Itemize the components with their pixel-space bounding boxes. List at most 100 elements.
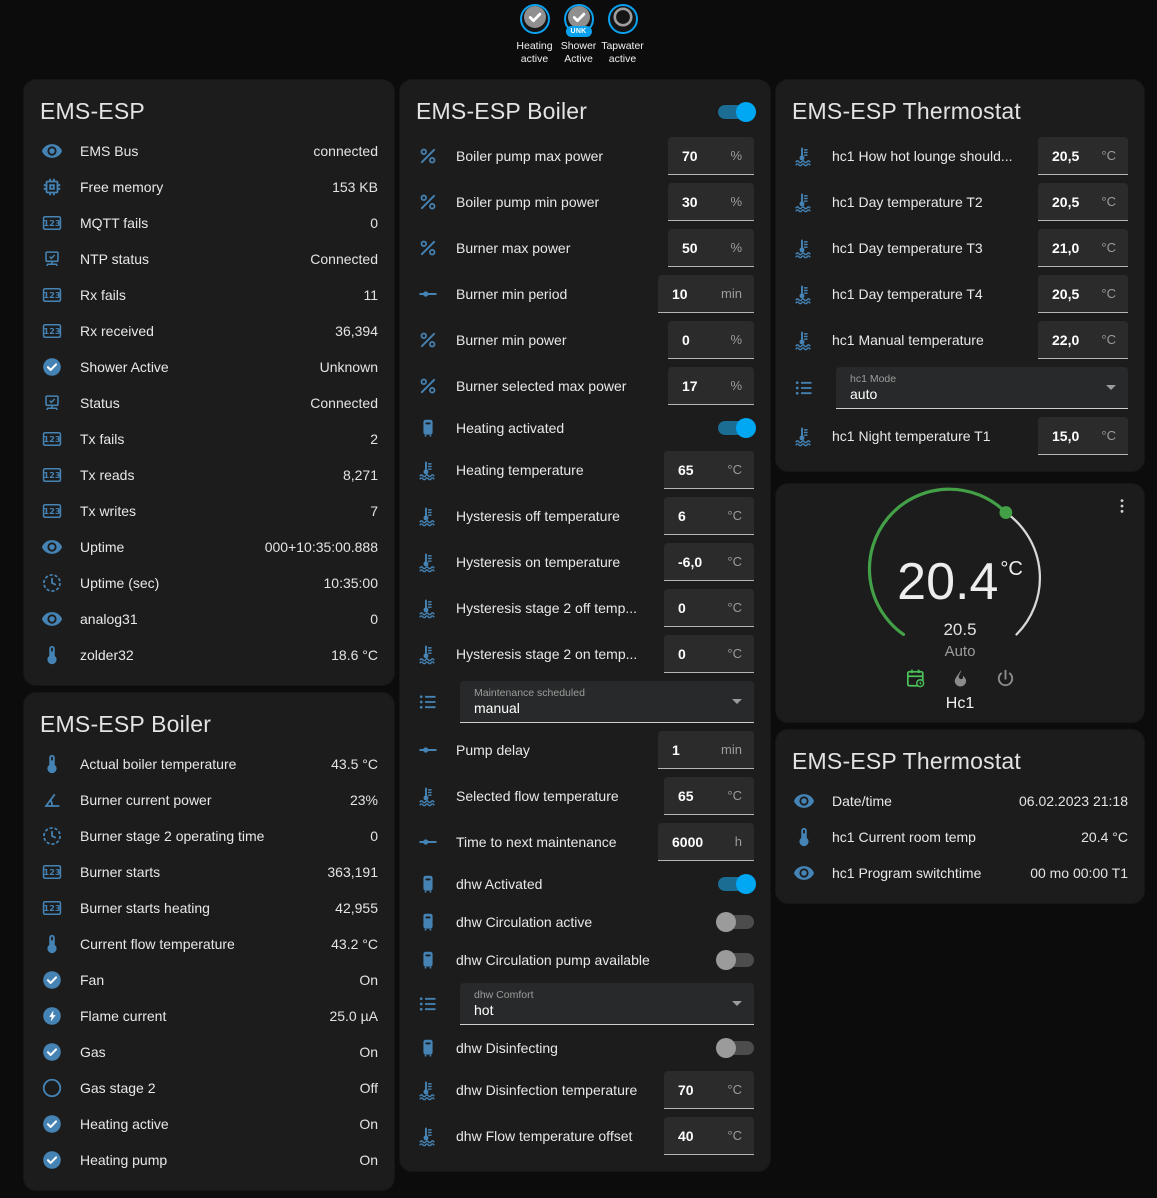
entity-row-flame-current[interactable]: Flame current25.0 µA [40, 998, 378, 1034]
entity-row-burner-current-power[interactable]: Burner current power23% [40, 782, 378, 818]
check-circle-icon [40, 1040, 64, 1064]
entity-row-heating-active[interactable]: Heating activeOn [40, 1106, 378, 1142]
thermo-water-icon [792, 236, 816, 260]
thermostat-name: Hc1 [776, 695, 1144, 713]
entity-row-current-flow-temperature[interactable]: Current flow temperature43.2 °C [40, 926, 378, 962]
badge-tapwater-active[interactable]: Tapwateractive [601, 4, 645, 66]
number-input-time-to-next-maintenance[interactable]: 6000h [658, 823, 754, 861]
number-input-dhw-flow-temperature-offset[interactable]: 40°C [664, 1117, 754, 1155]
toggle-switch[interactable] [718, 105, 754, 119]
entity-row-shower-active[interactable]: Shower ActiveUnknown [40, 349, 378, 385]
toggle-switch[interactable] [718, 953, 754, 967]
entity-row-heating-pump[interactable]: Heating pumpOn [40, 1142, 378, 1178]
entity-row-gas[interactable]: GasOn [40, 1034, 378, 1070]
setpoint-handle[interactable] [999, 506, 1012, 519]
number-input-hysteresis-off-temperature[interactable]: 6°C [664, 497, 754, 535]
mode-heat-button[interactable] [947, 665, 974, 695]
angle-icon [40, 788, 64, 812]
entity-row-mqtt-fails[interactable]: 123MQTT fails0 [40, 205, 378, 241]
entity-name: Fan [80, 972, 351, 988]
number-input-burner-min-period[interactable]: 10min [658, 275, 754, 313]
toggle-switch[interactable] [718, 1041, 754, 1055]
entity-value: Connected [310, 251, 378, 267]
number-value: 6 [678, 508, 721, 524]
entity-name: Selected flow temperature [456, 788, 656, 804]
entity-name: Boiler pump max power [456, 148, 660, 164]
entity-row-fan[interactable]: Fan On [40, 962, 378, 998]
entity-value: 00 mo 00:00 T1 [1030, 865, 1128, 881]
number-input-boiler-pump-min-power[interactable]: 30% [668, 183, 754, 221]
toggle-knob [736, 874, 756, 894]
entity-row-dhw-circulation-active: dhw Circulation active [416, 903, 754, 941]
thermometer-icon [40, 932, 64, 956]
menu-button[interactable] [1108, 492, 1136, 523]
number-input-dhw-disinfection-temperature[interactable]: 70°C [664, 1071, 754, 1109]
number-input-hysteresis-on-temperature[interactable]: -6,0°C [664, 543, 754, 581]
select-hc1-mode[interactable]: hc1 Modeauto [836, 367, 1128, 409]
number-input-hc1-night-temperature-t1[interactable]: 15,0°C [1038, 417, 1128, 455]
number-input-heating-temperature[interactable]: 65°C [664, 451, 754, 489]
entity-row-free-memory[interactable]: Free memory153 KB [40, 169, 378, 205]
number-input-burner-selected-max-power[interactable]: 17% [668, 367, 754, 405]
number-input-burner-min-power[interactable]: 0% [668, 321, 754, 359]
entity-name: hc1 Day temperature T2 [832, 194, 1030, 210]
badge-heating-active[interactable]: Heatingactive [513, 4, 557, 66]
badge-shower-active[interactable]: UNKShowerActive [557, 4, 601, 66]
entity-value: 2 [370, 431, 378, 447]
number-input-pump-delay[interactable]: 1min [658, 731, 754, 769]
thermo-water-icon [416, 784, 440, 808]
entity-row-hc1-mode: hc1 Modeauto [792, 363, 1128, 413]
entity-row-burner-starts-heating[interactable]: 123Burner starts heating42,955 [40, 890, 378, 926]
entity-row-rx-fails[interactable]: 123Rx fails11 [40, 277, 378, 313]
number-input-hysteresis-stage-2-on-temp[interactable]: 0°C [664, 635, 754, 673]
entity-value: 43.2 °C [331, 936, 378, 952]
select-dhw-comfort[interactable]: dhw Comforthot [460, 983, 754, 1025]
percent-icon [416, 144, 440, 168]
entity-row-gas-stage-2[interactable]: Gas stage 2Off [40, 1070, 378, 1106]
number-unit: °C [1101, 194, 1116, 209]
entity-name: Rx fails [80, 287, 355, 303]
entity-row-burner-starts[interactable]: 123Burner starts363,191 [40, 854, 378, 890]
entity-row-zolder32[interactable]: zolder3218.6 °C [40, 637, 378, 673]
entity-row-ntp-status[interactable]: NTP statusConnected [40, 241, 378, 277]
entity-row-tx-reads[interactable]: 123Tx reads8,271 [40, 457, 378, 493]
entity-row-hc1-current-room-temp[interactable]: hc1 Current room temp20.4 °C [792, 819, 1128, 855]
number-input-burner-max-power[interactable]: 50% [668, 229, 754, 267]
entity-name: Boiler pump min power [456, 194, 660, 210]
entity-row-hysteresis-on-temperature: Hysteresis on temperature-6,0°C [416, 539, 754, 585]
entity-row-actual-boiler-temperature[interactable]: Actual boiler temperature43.5 °C [40, 746, 378, 782]
entity-row-hc1-program-switchtime[interactable]: hc1 Program switchtime00 mo 00:00 T1 [792, 855, 1128, 891]
entity-row-tx-fails[interactable]: 123Tx fails2 [40, 421, 378, 457]
entity-row-uptime-sec[interactable]: Uptime (sec)10:35:00 [40, 565, 378, 601]
entity-row-analog31[interactable]: analog310 [40, 601, 378, 637]
number-input-hc1-how-hot-lounge-should[interactable]: 20,5°C [1038, 137, 1128, 175]
number-input-hc1-day-temperature-t4[interactable]: 20,5°C [1038, 275, 1128, 313]
mode-off-button[interactable] [992, 665, 1019, 695]
entity-row-uptime[interactable]: Uptime000+10:35:00.888 [40, 529, 378, 565]
toggle-switch[interactable] [718, 915, 754, 929]
number-input-hc1-day-temperature-t3[interactable]: 21,0°C [1038, 229, 1128, 267]
entity-row-tx-writes[interactable]: 123Tx writes7 [40, 493, 378, 529]
entity-row-dhw-activated: dhw Activated [416, 865, 754, 903]
number-input-boiler-pump-max-power[interactable]: 70% [668, 137, 754, 175]
number-input-selected-flow-temperature[interactable]: 65°C [664, 777, 754, 815]
card-ems-esp: EMS-ESPEMS BusconnectedFree memory153 KB… [24, 80, 394, 685]
entity-row-burner-stage-2-operating-time[interactable]: Burner stage 2 operating time0 [40, 818, 378, 854]
entity-row-ems-bus[interactable]: EMS Busconnected [40, 133, 378, 169]
check-circle-icon [523, 5, 547, 34]
toggle-switch[interactable] [718, 421, 754, 435]
entity-row-status[interactable]: StatusConnected [40, 385, 378, 421]
mode-auto-button[interactable] [902, 665, 929, 695]
select-maintenance-scheduled[interactable]: Maintenance scheduledmanual [460, 681, 754, 723]
number-unit: °C [1101, 286, 1116, 301]
number-value: 30 [682, 194, 724, 210]
number-input-hc1-manual-temperature[interactable]: 22,0°C [1038, 321, 1128, 359]
toggle-switch[interactable] [718, 877, 754, 891]
entity-row-rx-received[interactable]: 123Rx received36,394 [40, 313, 378, 349]
entity-value: On [359, 972, 378, 988]
number-input-hysteresis-stage-2-off-temp[interactable]: 0°C [664, 589, 754, 627]
entity-row-hc1-night-temperature-t1: hc1 Night temperature T115,0°C [792, 413, 1128, 459]
number-input-hc1-day-temperature-t2[interactable]: 20,5°C [1038, 183, 1128, 221]
entity-value: On [359, 1044, 378, 1060]
entity-row-date-time[interactable]: Date/time06.02.2023 21:18 [792, 783, 1128, 819]
